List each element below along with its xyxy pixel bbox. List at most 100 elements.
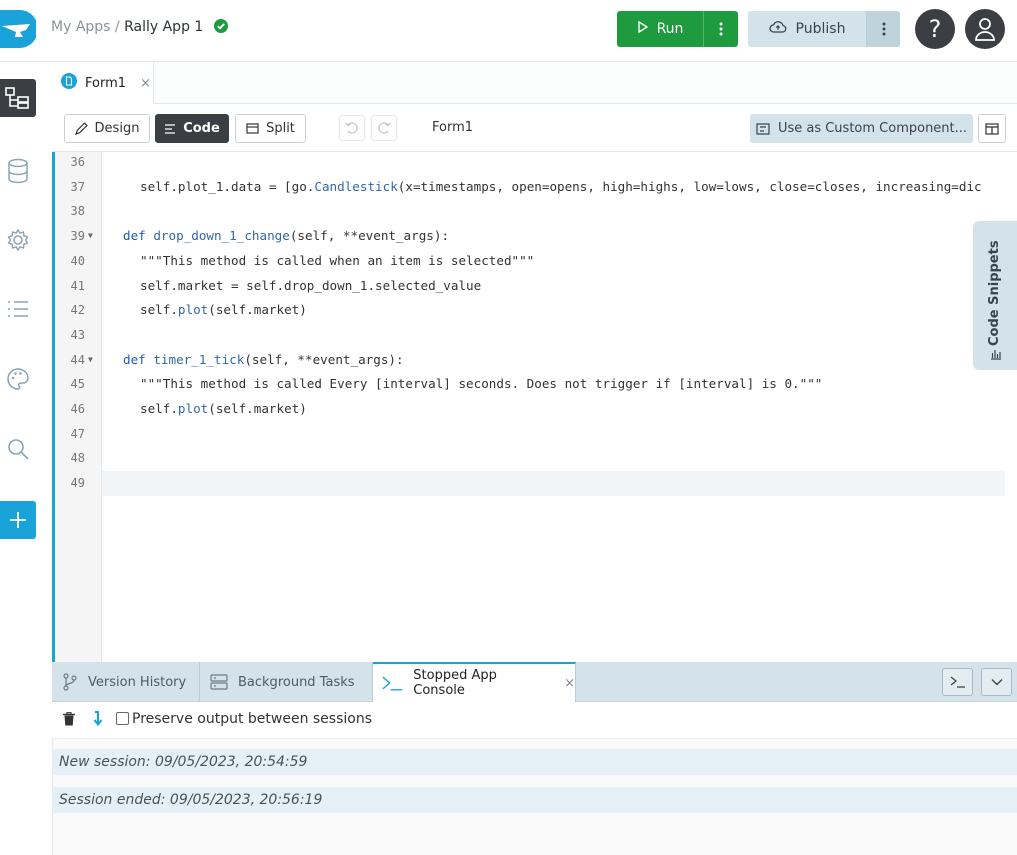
split-view-icon: [246, 123, 259, 134]
anvil-logo[interactable]: [0, 10, 38, 48]
sidebar-item-data[interactable]: [0, 152, 36, 190]
columns-icon: [985, 122, 999, 135]
undo-button[interactable]: [339, 115, 365, 141]
code-line: 41 self.market = self.drop_down_1.selecte…: [52, 274, 1017, 299]
tab-label: Stopped App Console: [413, 668, 497, 698]
breadcrumb: My Apps / Rally App 1: [51, 19, 228, 37]
palette-icon: [7, 368, 29, 390]
trash-icon[interactable]: [63, 712, 75, 730]
code-lines-icon: [165, 123, 176, 134]
fold-arrow-icon[interactable]: ▼: [88, 348, 93, 373]
console-line: New session: 09/05/2023, 20:54:59: [52, 749, 1017, 775]
publish-button-group: Publish: [748, 11, 900, 47]
pencil-icon: [74, 122, 88, 135]
git-branch-icon: [63, 673, 77, 691]
kebab-icon: [882, 22, 885, 36]
line-number: 40: [70, 253, 85, 268]
list-icon: [8, 301, 28, 317]
tab-form1[interactable]: Form1 ×: [52, 62, 154, 104]
design-label: Design: [94, 121, 140, 136]
code-text: self.plot_1.data = [go.Candlestick(x=tim…: [140, 178, 982, 194]
form-file-icon: [61, 73, 77, 93]
current-line-highlight: [102, 471, 1005, 496]
publish-button[interactable]: Publish: [748, 11, 866, 47]
split-button[interactable]: Split: [235, 114, 306, 143]
line-number: 44: [70, 352, 85, 367]
code-line-current: 49: [52, 471, 1017, 496]
code-line: 44 ▼ def timer_1_tick(self, **event_args):: [52, 348, 1017, 373]
code-text: """This method is called Every [interval…: [140, 376, 823, 392]
line-number: 47: [70, 426, 85, 441]
tab-label: Form1: [85, 75, 127, 91]
undo-icon: [345, 122, 358, 134]
sidebar-item-settings[interactable]: [0, 221, 36, 259]
fold-arrow-icon[interactable]: ▼: [88, 224, 93, 249]
line-number: 41: [70, 278, 85, 293]
code-text: def drop_down_1_change(self, **event_arg…: [123, 228, 450, 244]
redo-button[interactable]: [371, 115, 397, 141]
help-icon: ?: [928, 15, 942, 43]
code-editor[interactable]: 36 37 self.plot_1.data = [go.Candlestick(…: [52, 152, 1017, 662]
custom-component-label: Use as Custom Component...: [777, 121, 968, 136]
help-button[interactable]: ?: [915, 9, 955, 49]
account-button[interactable]: [965, 9, 1005, 49]
code-label: Code: [183, 121, 220, 136]
run-button[interactable]: Run: [617, 11, 703, 47]
code-line: 37 self.plot_1.data = [go.Candlestick(x=t…: [52, 175, 1017, 200]
console-line: Session ended: 09/05/2023, 20:56:19: [52, 787, 1017, 813]
code-line: 47: [52, 422, 1017, 447]
breadcrumb-my-apps[interactable]: My Apps: [51, 19, 110, 35]
sidebar-item-app-browser[interactable]: [0, 79, 36, 117]
editor-toolbar: Design Code Split Form1 Use as Custom Co…: [52, 104, 1017, 152]
line-number: 43: [70, 327, 85, 342]
line-number: 37: [70, 179, 85, 194]
code-text: def timer_1_tick(self, **event_args):: [123, 351, 404, 367]
collapse-panel-button[interactable]: [981, 668, 1012, 696]
sidebar-item-search[interactable]: [0, 430, 36, 468]
tab-label: Background Tasks: [238, 674, 355, 690]
code-line: 48: [52, 446, 1017, 471]
kebab-icon: [719, 22, 723, 36]
line-number: 42: [70, 303, 85, 318]
publish-options-button[interactable]: [866, 11, 900, 47]
breadcrumb-separator: /: [114, 19, 120, 35]
console-toolbar: Preserve output between sessions: [52, 702, 1017, 739]
code-snippets-tab[interactable]: Code Snippets: [973, 221, 1017, 370]
design-button[interactable]: Design: [64, 114, 150, 143]
code-line: 39 ▼ def drop_down_1_change(self, **event_…: [52, 224, 1017, 249]
code-line: 40 """This method is called when an item …: [52, 249, 1017, 274]
tab-label: Version History: [88, 674, 187, 690]
tab-background-tasks[interactable]: Background Tasks: [200, 662, 373, 702]
run-options-button[interactable]: [703, 11, 738, 47]
database-icon: [8, 158, 28, 184]
close-tab-icon[interactable]: ×: [564, 676, 575, 691]
preserve-output-checkbox[interactable]: [116, 712, 129, 725]
search-icon: [8, 439, 29, 460]
code-line: 46 self.plot(self.market): [52, 397, 1017, 422]
tab-stopped-app-console[interactable]: Stopped App Console ×: [373, 662, 576, 702]
line-number: 39: [70, 229, 85, 244]
bottom-panel-tabs: Version History Background Tasks Stopped…: [52, 662, 1017, 702]
line-number: 36: [70, 155, 85, 169]
form-title: Form1: [432, 120, 474, 135]
code-text: self.plot(self.market): [140, 401, 307, 416]
line-number: 38: [70, 204, 85, 219]
scroll-to-bottom-icon[interactable]: [93, 711, 105, 731]
app-browser-icon: [5, 87, 29, 109]
sidebar-item-outline[interactable]: [0, 290, 36, 328]
tab-version-history[interactable]: Version History: [52, 662, 200, 702]
plus-icon: [10, 512, 26, 528]
split-label: Split: [266, 121, 295, 136]
bar-chart-icon: [991, 350, 1001, 360]
code-snippets-label: Code Snippets: [987, 240, 1002, 346]
line-number: 45: [70, 377, 85, 392]
add-button[interactable]: [0, 501, 36, 539]
open-console-button[interactable]: [942, 668, 973, 696]
app-name[interactable]: Rally App 1: [124, 19, 203, 35]
cloud-upload-icon: [768, 20, 787, 38]
code-button[interactable]: Code: [155, 114, 229, 143]
layout-toggle-button[interactable]: [978, 114, 1006, 143]
sidebar-item-theme[interactable]: [0, 360, 36, 398]
use-as-custom-component-button[interactable]: Use as Custom Component...: [750, 114, 973, 143]
close-tab-icon[interactable]: ×: [140, 76, 151, 91]
